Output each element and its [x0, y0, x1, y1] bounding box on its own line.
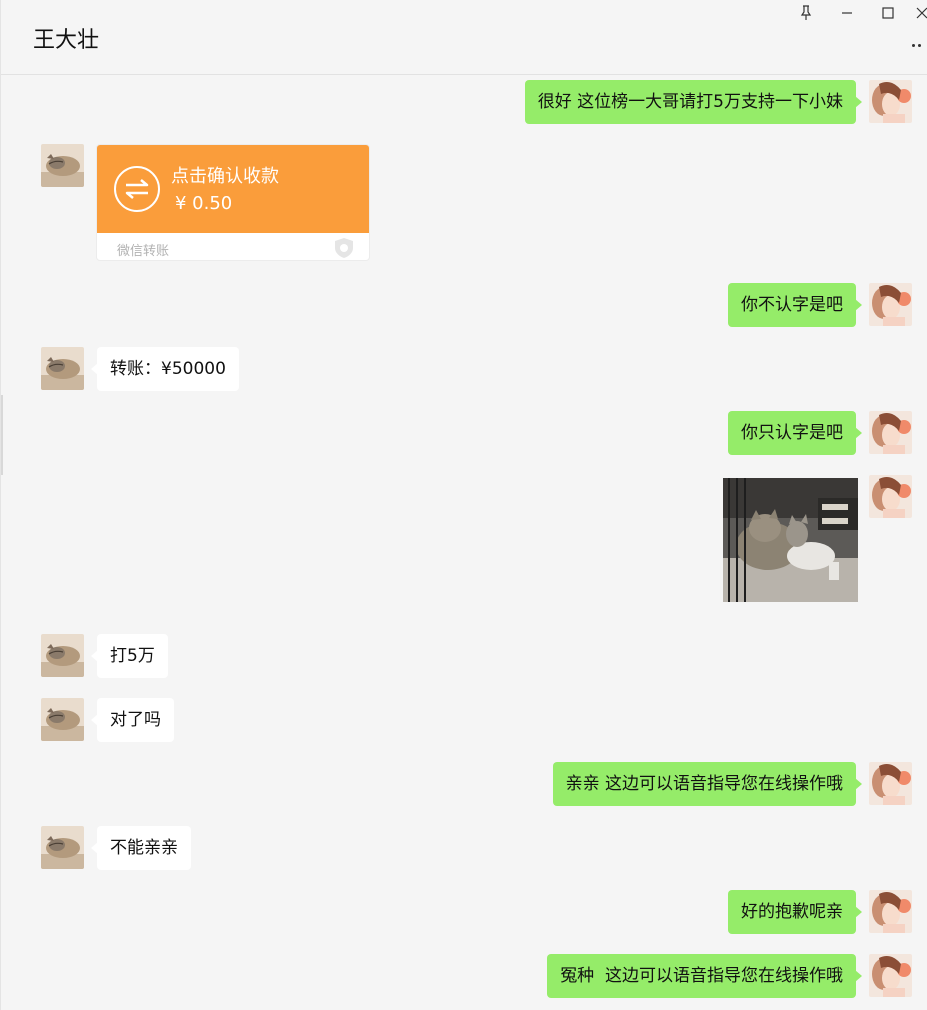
minimize-icon[interactable]	[836, 2, 858, 24]
contact-avatar[interactable]	[41, 144, 84, 187]
transfer-footer-label: 微信转账	[117, 244, 170, 259]
my-avatar[interactable]	[869, 475, 912, 518]
message-bubble-outgoing[interactable]: 亲亲 这边可以语音指导您在线操作哦	[552, 762, 863, 806]
transfer-card-header[interactable]: 点击确认收款 ¥ 0.50	[97, 145, 369, 233]
message-bubble-outgoing[interactable]: 你不认字是吧	[728, 283, 862, 327]
shield-icon	[333, 237, 355, 259]
contact-avatar[interactable]	[41, 698, 84, 741]
my-avatar[interactable]	[869, 411, 912, 454]
pin-icon[interactable]	[795, 2, 817, 24]
chat-title: 王大壮	[33, 28, 100, 53]
resize-grip[interactable]	[1, 395, 3, 475]
my-avatar[interactable]	[869, 954, 912, 997]
contact-avatar[interactable]	[41, 347, 84, 390]
message-bubble-outgoing[interactable]: 很好 这位榜一大哥请打5万支持一下小妹	[524, 80, 863, 124]
transfer-title: 点击确认收款	[171, 166, 279, 187]
my-avatar[interactable]	[869, 890, 912, 933]
my-avatar[interactable]	[869, 283, 912, 326]
transfer-amount: ¥ 0.50	[175, 193, 233, 214]
message-bubble-outgoing[interactable]: 冤种 这边可以语音指导您在线操作哦	[547, 954, 862, 998]
chat-window: 王大壮 很好 这位榜一大哥请打5万支持一下小妹 点击确认收款 ¥ 0.50 微信…	[0, 0, 927, 1010]
message-bubble-incoming[interactable]: 对了吗	[91, 698, 174, 742]
message-bubble-incoming[interactable]: 不能亲亲	[91, 826, 191, 870]
chat-header: 王大壮	[1, 0, 927, 75]
two-cats-photo[interactable]	[723, 478, 858, 602]
message-bubble-outgoing[interactable]: 你只认字是吧	[728, 411, 862, 455]
contact-avatar[interactable]	[41, 826, 84, 869]
my-avatar[interactable]	[869, 80, 912, 123]
message-bubble-outgoing[interactable]: 好的抱歉呢亲	[728, 890, 862, 934]
transfer-card[interactable]: 点击确认收款 ¥ 0.50 微信转账	[96, 144, 370, 261]
message-bubble-incoming[interactable]: 打5万	[91, 634, 168, 678]
my-avatar[interactable]	[869, 762, 912, 805]
close-icon[interactable]	[916, 2, 927, 24]
transfer-arrows-icon	[113, 165, 161, 213]
more-icon[interactable]	[912, 40, 926, 50]
contact-avatar[interactable]	[41, 634, 84, 677]
message-bubble-incoming[interactable]: 转账：¥50000	[91, 347, 239, 391]
maximize-icon[interactable]	[877, 2, 899, 24]
